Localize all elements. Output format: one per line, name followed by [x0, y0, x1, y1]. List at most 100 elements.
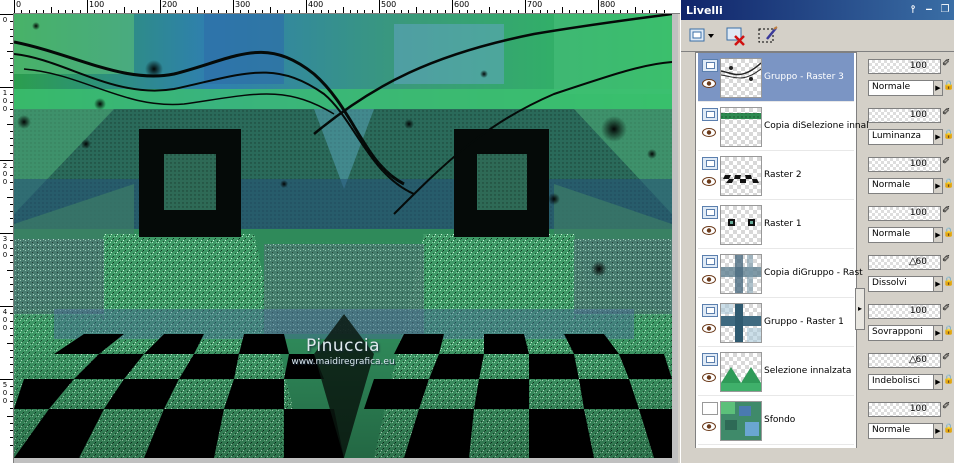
opacity-slider[interactable]: 100	[868, 206, 941, 221]
link-icon[interactable]: ✐	[942, 401, 952, 415]
lock-icon[interactable]: 🔒	[943, 277, 954, 290]
layer-row-copia-di-selezione-innalzata[interactable]: Copia diSelezione innal	[698, 102, 869, 151]
ruler-minor-tick	[10, 276, 13, 278]
visibility-eye-icon[interactable]	[702, 373, 716, 382]
lock-icon[interactable]: 🔒	[943, 228, 954, 241]
panel-title-bar[interactable]: Livelli ⫯ ‒ ❐	[681, 0, 954, 20]
ruler-minor-tick	[10, 101, 13, 103]
link-icon[interactable]: ✐	[942, 254, 952, 268]
lock-icon[interactable]: 🔒	[943, 130, 954, 143]
visibility-eye-icon[interactable]	[702, 422, 716, 431]
dropdown-arrow-icon[interactable]: ▶	[933, 423, 943, 439]
link-icon[interactable]: ✐	[942, 205, 952, 219]
ruler-minor-tick	[10, 203, 13, 205]
canvas-vertical-scrollbar[interactable]	[672, 14, 678, 458]
link-icon[interactable]: ✐	[942, 303, 952, 317]
ruler-minor-tick	[481, 10, 483, 13]
ruler-minor-tick	[247, 10, 249, 13]
ruler-label: 0	[2, 97, 8, 105]
opacity-slider[interactable]: 100	[868, 304, 941, 319]
dropdown-arrow-icon[interactable]: ▶	[933, 80, 943, 96]
blend-mode-select[interactable]: Normale	[868, 227, 934, 243]
lock-icon[interactable]: 🔒	[943, 375, 954, 388]
visibility-eye-icon[interactable]	[702, 177, 716, 186]
visibility-eye-icon[interactable]	[702, 128, 716, 137]
vertical-ruler: 0100200300400500	[0, 13, 14, 463]
blend-mode-select[interactable]: Luminanza	[868, 129, 934, 145]
link-icon[interactable]: ✐	[942, 352, 952, 366]
layer-row-sfondo[interactable]: Sfondo	[698, 396, 854, 445]
lock-icon[interactable]: 🔒	[943, 326, 954, 339]
opacity-slider[interactable]: 100	[868, 59, 941, 74]
delete-layer-button[interactable]	[725, 25, 747, 47]
restore-icon[interactable]: ❐	[939, 4, 951, 16]
raster-layer-icon	[702, 353, 718, 366]
ruler-minor-tick	[10, 65, 13, 67]
layer-row-selezione-innalzata[interactable]: Selezione innalzata	[698, 347, 854, 396]
dropdown-arrow-icon[interactable]: ▶	[933, 178, 943, 194]
blend-mode-select[interactable]: Sovrapponi	[868, 325, 934, 341]
opacity-value: 100	[909, 306, 927, 316]
blend-mode-select[interactable]: Dissolvi	[868, 276, 934, 292]
link-icon[interactable]: ✐	[942, 156, 952, 170]
dropdown-arrow-icon[interactable]: ▶	[933, 374, 943, 390]
opacity-slider[interactable]: △ 60	[868, 255, 941, 270]
ruler-minor-tick	[349, 10, 351, 13]
visibility-eye-icon[interactable]	[702, 79, 716, 88]
image-canvas[interactable]: Pinuccia www.maidiregrafica.eu	[14, 14, 672, 458]
lock-icon[interactable]: 🔒	[943, 179, 954, 192]
panel-splitter-arrow[interactable]: ▸	[855, 288, 865, 330]
ruler-minor-tick	[554, 10, 556, 13]
ruler-minor-tick	[503, 10, 505, 13]
link-icon[interactable]: ✐	[942, 58, 952, 72]
ruler-minor-tick	[590, 10, 592, 13]
ruler-label: 4	[2, 308, 8, 316]
layer-row-gruppo-raster-3[interactable]: Gruppo - Raster 3	[698, 53, 854, 102]
minimize-icon[interactable]: ‒	[923, 4, 935, 16]
ruler-minor-tick	[291, 10, 293, 13]
opacity-value: 100	[909, 208, 927, 218]
blend-mode-select[interactable]: Normale	[868, 423, 934, 439]
lock-icon[interactable]: 🔒	[943, 81, 954, 94]
pin-icon[interactable]: ⫯	[907, 4, 919, 16]
ruler-minor-tick	[10, 291, 13, 293]
ruler-minor-tick	[10, 335, 13, 337]
visibility-eye-icon[interactable]	[702, 324, 716, 333]
opacity-slider[interactable]: △ 60	[868, 353, 941, 368]
layer-row-raster-1[interactable]: Raster 1	[698, 200, 854, 249]
opacity-slider[interactable]: 100	[868, 402, 941, 417]
dropdown-arrow-icon[interactable]: ▶	[933, 325, 943, 341]
new-layer-button[interactable]	[687, 25, 715, 47]
opacity-slider[interactable]: 100	[868, 157, 941, 172]
dropdown-arrow-icon[interactable]: ▶	[933, 276, 943, 292]
ruler-major-tick	[0, 306, 13, 307]
panel-horizontal-scrollbar[interactable]	[695, 448, 954, 460]
blend-mode-select[interactable]: Indebolisci	[868, 374, 934, 390]
ruler-minor-tick	[10, 349, 13, 351]
layer-row-copia-di-gruppo-raster[interactable]: Copia diGruppo - Rast	[698, 249, 863, 298]
opacity-slider[interactable]: 100	[868, 108, 941, 123]
ruler-minor-tick	[298, 10, 300, 13]
lock-icon[interactable]: 🔒	[943, 424, 954, 437]
ruler-label: 1	[2, 89, 8, 97]
dropdown-arrow-icon[interactable]: ▶	[933, 129, 943, 145]
blend-mode-select[interactable]: Normale	[868, 178, 934, 194]
ruler-minor-tick	[254, 10, 256, 13]
visibility-eye-icon[interactable]	[702, 275, 716, 284]
blend-mode-select[interactable]: Normale	[868, 80, 934, 96]
layer-thumbnail	[720, 352, 762, 392]
ruler-minor-tick	[583, 10, 585, 13]
visibility-eye-icon[interactable]	[702, 226, 716, 235]
ruler-minor-tick	[10, 225, 13, 227]
ruler-minor-tick	[101, 10, 103, 13]
link-icon[interactable]: ✐	[942, 107, 952, 121]
layer-row-raster-2[interactable]: Raster 2	[698, 151, 854, 200]
layer-row-gruppo-raster-1[interactable]: Gruppo - Raster 1	[698, 298, 854, 347]
edit-selection-button[interactable]	[757, 25, 779, 47]
ruler-minor-tick	[10, 35, 13, 37]
ruler-label: 400	[308, 0, 324, 9]
canvas-horizontal-scrollbar[interactable]	[14, 458, 678, 463]
layer-props-copia-di-selezione: 100 ✐ Luminanza ▶ 🔒	[865, 101, 954, 149]
ruler-minor-tick	[459, 10, 461, 13]
dropdown-arrow-icon[interactable]: ▶	[933, 227, 943, 243]
